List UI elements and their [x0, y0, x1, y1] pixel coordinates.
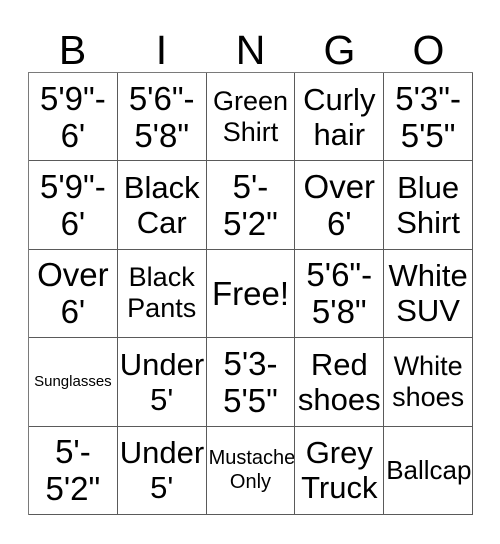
- bingo-cell-o2[interactable]: Blue Shirt: [384, 161, 473, 250]
- bingo-grid: 5'9"- 6' 5'6"- 5'8" Green Shirt Curly ha…: [28, 72, 473, 515]
- bingo-cell-label: Over 6': [303, 168, 376, 243]
- bingo-header-letter-o: O: [412, 27, 445, 73]
- bingo-cell-label: Red shoes: [297, 346, 381, 417]
- bingo-cell-b3[interactable]: Over 6': [29, 249, 118, 339]
- bingo-cell-label: Black Pants: [127, 262, 197, 324]
- bingo-cell-b4[interactable]: Sunglasses: [29, 338, 118, 427]
- bingo-cell-g3[interactable]: 5'6"- 5'8": [295, 249, 385, 339]
- bingo-cell-b1[interactable]: 5'9"- 6': [29, 73, 118, 162]
- bingo-cell-o5[interactable]: Ballcap: [384, 426, 473, 515]
- bingo-cell-label: 5'- 5'2": [45, 433, 101, 508]
- bingo-cell-i1[interactable]: 5'6"- 5'8": [117, 73, 207, 162]
- bingo-cell-label: Ballcap: [386, 455, 472, 486]
- bingo-cell-label: Black Car: [123, 170, 200, 241]
- bingo-cell-label: White shoes: [392, 350, 465, 412]
- bingo-cell-i2[interactable]: Black Car: [117, 161, 207, 250]
- bingo-cell-label: 5'6"- 5'8": [128, 79, 195, 154]
- bingo-header-row: B I N G O: [28, 18, 473, 72]
- bingo-cell-label: 5'3"- 5'5": [395, 79, 461, 154]
- bingo-cell-label: Over 6': [37, 256, 109, 331]
- bingo-card: B I N G O 5'9"- 6' 5'6"- 5'8" Green Shir…: [0, 0, 500, 544]
- bingo-cell-label: 5'- 5'2": [223, 168, 278, 243]
- bingo-cell-i4[interactable]: Under 5': [117, 338, 207, 427]
- bingo-cell-b2[interactable]: 5'9"- 6': [29, 161, 118, 250]
- bingo-header-letter-n: N: [235, 27, 266, 73]
- bingo-cell-n4[interactable]: 5'3- 5'5": [206, 338, 296, 427]
- bingo-cell-label: Blue Shirt: [396, 170, 460, 241]
- bingo-cell-label: Sunglasses: [34, 372, 112, 390]
- bingo-cell-n2[interactable]: 5'- 5'2": [206, 161, 296, 250]
- bingo-cell-free-space[interactable]: Free!: [206, 249, 296, 339]
- bingo-header-letter-g: G: [323, 27, 356, 73]
- bingo-cell-o1[interactable]: 5'3"- 5'5": [384, 73, 473, 162]
- bingo-header-letter-b: B: [58, 27, 87, 73]
- bingo-header-letter-i: I: [155, 27, 168, 73]
- bingo-cell-o4[interactable]: White shoes: [384, 338, 473, 427]
- bingo-cell-n5[interactable]: Mustache Only: [206, 426, 296, 515]
- bingo-cell-label: Grey Truck: [301, 435, 378, 506]
- bingo-cell-label: Mustache Only: [208, 447, 296, 494]
- bingo-cell-o3[interactable]: White SUV: [384, 249, 473, 339]
- bingo-cell-g2[interactable]: Over 6': [295, 161, 385, 250]
- bingo-free-space-label: Free!: [211, 274, 289, 312]
- bingo-cell-g5[interactable]: Grey Truck: [295, 426, 385, 515]
- bingo-cell-label: Under 5': [119, 346, 205, 417]
- bingo-cell-g1[interactable]: Curly hair: [295, 73, 385, 162]
- bingo-cell-label: 5'3- 5'5": [223, 344, 278, 419]
- bingo-cell-label: 5'9"- 6': [40, 168, 106, 243]
- bingo-cell-g4[interactable]: Red shoes: [295, 338, 385, 427]
- bingo-cell-b5[interactable]: 5'- 5'2": [29, 426, 118, 515]
- bingo-cell-i5[interactable]: Under 5': [117, 426, 207, 515]
- bingo-cell-n1[interactable]: Green Shirt: [206, 73, 296, 162]
- bingo-cell-label: Green Shirt: [212, 85, 289, 147]
- bingo-cell-label: 5'6"- 5'8": [306, 256, 373, 331]
- bingo-cell-i3[interactable]: Black Pants: [117, 249, 207, 339]
- bingo-cell-label: White SUV: [388, 258, 468, 329]
- bingo-cell-label: Curly hair: [303, 81, 376, 152]
- bingo-cell-label: Under 5': [119, 435, 205, 506]
- bingo-cell-label: 5'9"- 6': [40, 79, 106, 154]
